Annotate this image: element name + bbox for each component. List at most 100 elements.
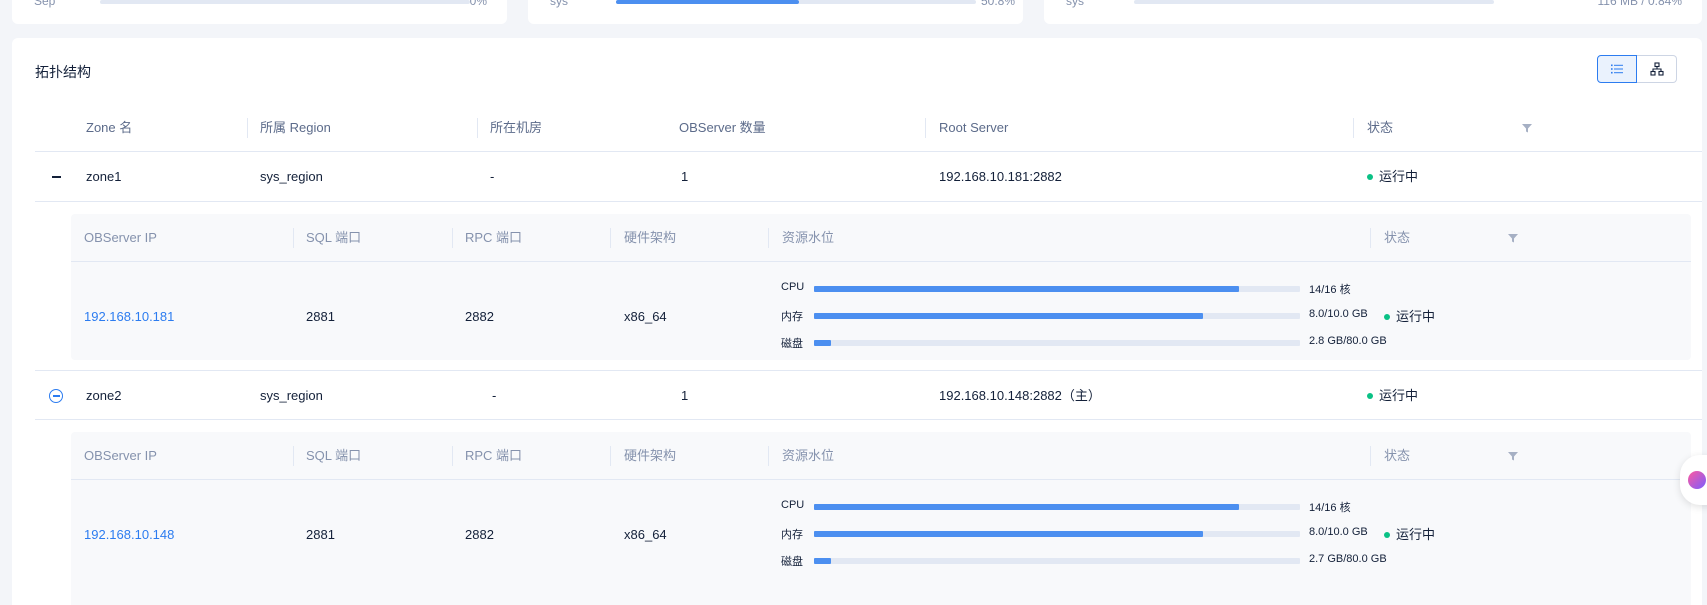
cpu-bar (814, 504, 1300, 510)
header-divider (452, 228, 453, 248)
metric-bar (616, 0, 976, 4)
cpu-usage: CPU 14/16 核 (781, 494, 1351, 521)
memory-label: 内存 (781, 311, 803, 323)
zone-name: zone1 (86, 169, 122, 184)
rpc-port: 2882 (465, 309, 494, 324)
zone-region: sys_region (260, 169, 323, 184)
topology-icon (1649, 62, 1664, 76)
cpu-bar-fill (814, 286, 1240, 292)
header-observer-ip: OBServer IP (84, 448, 157, 463)
table-row[interactable]: zone1 sys_region - 1 192.168.10.181:2882… (35, 152, 1702, 202)
disk-value: 2.7 GB/80.0 GB (1309, 553, 1387, 565)
metric-value: 116 MB / 0.84% (1597, 0, 1683, 8)
memory-bar (814, 531, 1300, 537)
metric-card-1: Sep 0% (12, 0, 507, 24)
metric-card-3: sys 116 MB / 0.84% (1044, 0, 1702, 24)
observer-table: OBServer IP SQL 端口 RPC 端口 硬件架构 资源水位 状态 1… (71, 432, 1691, 605)
floating-assistant-button[interactable] (1680, 455, 1707, 505)
memory-usage: 内存 8.0/10.0 GB (781, 521, 1368, 548)
header-arch: 硬件架构 (624, 230, 677, 245)
metric-bar-fill (616, 0, 799, 4)
header-divider (610, 228, 611, 248)
observer-table-header: OBServer IP SQL 端口 RPC 端口 硬件架构 资源水位 状态 (71, 214, 1691, 262)
header-sql-port: SQL 端口 (306, 230, 362, 245)
header-divider (1353, 118, 1354, 138)
disk-bar-fill (814, 340, 831, 346)
zone1-observer-panel: OBServer IP SQL 端口 RPC 端口 硬件架构 资源水位 状态 1… (35, 202, 1702, 370)
collapse-icon[interactable] (49, 389, 63, 403)
metric-label: sys (550, 0, 568, 8)
topology-panel: 拓扑结构 Zone 名 所属 Region 所在机房 OBServer 数量 R… (12, 38, 1702, 605)
status-dot (1384, 314, 1390, 320)
header-divider (247, 118, 248, 138)
header-divider (1370, 446, 1371, 466)
cpu-label: CPU (781, 281, 805, 293)
zone-root-server: 192.168.10.181:2882 (939, 169, 1062, 184)
header-region: 所属 Region (260, 120, 331, 135)
disk-bar (814, 558, 1300, 564)
zone-table: Zone 名 所属 Region 所在机房 OBServer 数量 Root S… (35, 104, 1702, 605)
header-zone-name: Zone 名 (86, 120, 133, 135)
filter-icon[interactable] (1521, 122, 1533, 134)
list-icon (1611, 64, 1623, 74)
status-text: 运行中 (1396, 527, 1436, 542)
zone-table-header: Zone 名 所属 Region 所在机房 OBServer 数量 Root S… (35, 104, 1702, 152)
status-text: 运行中 (1379, 388, 1419, 403)
zone-idc: - (492, 388, 497, 403)
memory-value: 8.0/10.0 GB (1309, 526, 1368, 538)
list-view-button[interactable] (1597, 55, 1637, 83)
table-row[interactable]: zone2 sys_region - 1 192.168.10.148:2882… (35, 370, 1702, 420)
zone2-observer-panel: OBServer IP SQL 端口 RPC 端口 硬件架构 资源水位 状态 1… (35, 420, 1702, 605)
header-divider (452, 446, 453, 466)
header-status: 状态 (1367, 120, 1394, 135)
header-rpc-port: RPC 端口 (465, 448, 523, 463)
filter-icon[interactable] (1507, 232, 1519, 244)
header-sql-port: SQL 端口 (306, 448, 362, 463)
metric-value: 50.8% (980, 0, 1015, 8)
status-dot (1367, 393, 1373, 399)
header-divider (925, 118, 926, 138)
cpu-value: 14/16 核 (1309, 284, 1351, 296)
status-badge: 运行中 (1384, 262, 1435, 372)
disk-bar-fill (814, 558, 831, 564)
header-resource: 资源水位 (782, 230, 835, 245)
metric-bar (1134, 0, 1494, 4)
metric-label: Sep (34, 0, 56, 8)
memory-label: 内存 (781, 529, 803, 541)
header-rpc-port: RPC 端口 (465, 230, 523, 245)
observer-table: OBServer IP SQL 端口 RPC 端口 硬件架构 资源水位 状态 1… (71, 214, 1691, 360)
header-idc: 所在机房 (490, 120, 543, 135)
cpu-bar (814, 286, 1300, 292)
filter-icon[interactable] (1507, 450, 1519, 462)
memory-bar-fill (814, 531, 1203, 537)
observer-ip-link[interactable]: 192.168.10.181 (84, 262, 174, 372)
header-divider (1370, 228, 1371, 248)
memory-bar (814, 313, 1300, 319)
header-arch: 硬件架构 (624, 448, 677, 463)
observer-ip-link[interactable]: 192.168.10.148 (84, 480, 174, 590)
sql-port: 2881 (306, 309, 335, 324)
memory-value: 8.0/10.0 GB (1309, 308, 1368, 320)
header-observer-ip: OBServer IP (84, 230, 157, 245)
disk-label: 磁盘 (781, 556, 803, 568)
zone-name: zone2 (86, 388, 122, 403)
zone-root-server: 192.168.10.148:2882（主） (939, 388, 1101, 403)
hardware-arch: x86_64 (624, 309, 667, 324)
disk-bar (814, 340, 1300, 346)
metric-bar (100, 0, 470, 4)
cpu-value: 14/16 核 (1309, 502, 1351, 514)
header-status: 状态 (1384, 230, 1411, 245)
observer-table-header: OBServer IP SQL 端口 RPC 端口 硬件架构 资源水位 状态 (71, 432, 1691, 480)
header-divider (293, 228, 294, 248)
memory-bar-fill (814, 313, 1203, 319)
zone-idc: - (490, 169, 495, 184)
cpu-bar-fill (814, 504, 1240, 510)
metric-card-2: sys 50.8% (528, 0, 1023, 24)
disk-usage: 磁盘 2.8 GB/80.0 GB (781, 330, 1387, 357)
zone-region: sys_region (260, 388, 323, 403)
topology-view-button[interactable] (1637, 55, 1677, 83)
collapse-icon[interactable] (49, 170, 63, 184)
status-dot (1384, 532, 1390, 538)
memory-usage: 内存 8.0/10.0 GB (781, 303, 1368, 330)
cpu-usage: CPU 14/16 核 (781, 276, 1351, 303)
